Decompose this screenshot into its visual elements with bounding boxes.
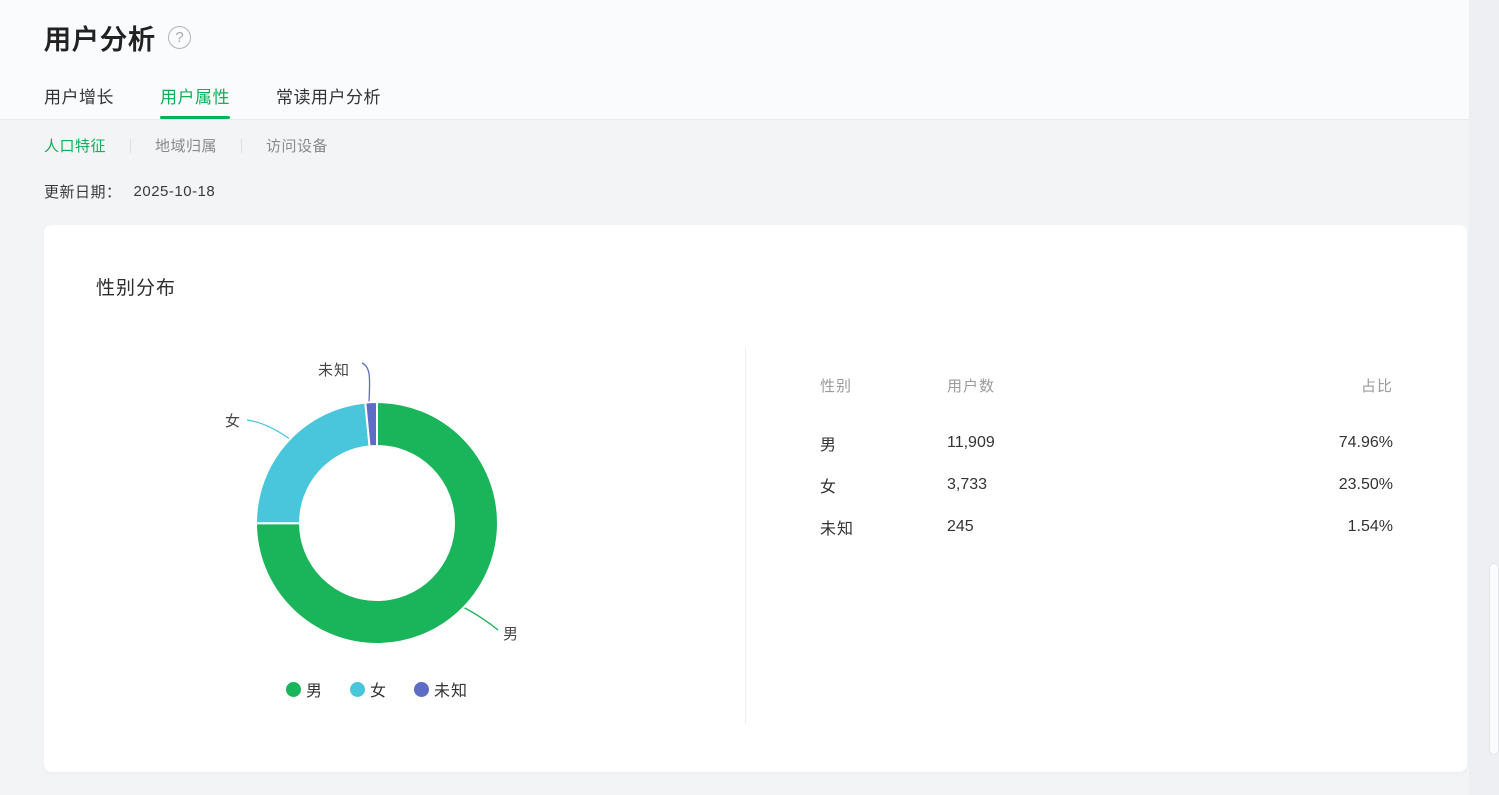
table-row: 女 3,733 23.50%: [820, 464, 1393, 506]
cell-ratio: 74.96%: [1338, 434, 1393, 451]
col-header-gender: 性别: [820, 378, 853, 395]
update-date-value: 2025-10-18: [133, 183, 216, 200]
leader-line-male: [462, 606, 499, 631]
gender-distribution-card: 性别分布 未知 女 男 男 女 未知 性别 用户数 占比 男 11,909 74…: [44, 225, 1467, 772]
page-title: 用户分析: [44, 25, 156, 55]
chart-legend: 男 女 未知: [195, 677, 559, 701]
pie-label-female: 女: [225, 413, 242, 430]
cell-ratio: 1.54%: [1347, 518, 1393, 535]
table-row: 男 11,909 74.96%: [820, 422, 1393, 464]
cell-users: 245: [947, 518, 974, 535]
table-row: 未知 245 1.54%: [820, 506, 1393, 548]
legend-label-male: 男: [305, 683, 323, 700]
cell-users: 11,909: [947, 434, 995, 451]
subtab-divider: [130, 138, 132, 153]
card-title: 性别分布: [96, 278, 177, 299]
user-analysis-page: 用户分析 ? 用户增长 用户属性 常读用户分析 人口特征 地域归属 访问设备 更…: [0, 0, 1499, 772]
subtab-device[interactable]: 访问设备: [266, 135, 328, 156]
scrollbar-track[interactable]: [1469, 0, 1499, 795]
legend-label-female: 女: [369, 683, 387, 700]
legend-label-unknown: 未知: [434, 683, 469, 700]
table-header-row: 性别 用户数 占比: [820, 375, 1393, 396]
sub-tabs: 人口特征 地域归属 访问设备: [44, 135, 1455, 156]
cell-gender: 女: [820, 479, 838, 496]
tab-regular-reader-analysis[interactable]: 常读用户分析: [276, 83, 381, 119]
update-date-row: 更新日期： 2025-10-18: [44, 181, 1455, 202]
cell-ratio: 23.50%: [1338, 476, 1393, 493]
pie-label-unknown: 未知: [318, 362, 351, 379]
cell-gender: 男: [820, 437, 838, 454]
main-tabs: 用户增长 用户属性 常读用户分析: [44, 83, 381, 119]
gender-donut-chart: 未知 女 男 男 女 未知: [195, 347, 755, 757]
leader-line-unknown: [361, 362, 371, 403]
col-header-users: 用户数: [947, 378, 996, 395]
leader-line-female: [246, 419, 292, 441]
page-header: 用户分析 ? 用户增长 用户属性 常读用户分析: [0, 0, 1499, 120]
cell-users: 3,733: [947, 476, 988, 493]
update-date-label: 更新日期：: [44, 184, 122, 201]
col-header-ratio: 占比: [1360, 378, 1393, 395]
legend-dot-unknown: [414, 681, 429, 697]
title-row: 用户分析 ?: [44, 18, 191, 57]
subtab-divider: [241, 138, 243, 153]
pie-label-male: 男: [503, 626, 520, 643]
scrollbar-thumb[interactable]: [1489, 563, 1499, 755]
subtab-region[interactable]: 地域归属: [155, 135, 217, 156]
gender-table: 性别 用户数 占比 男 11,909 74.96% 女 3,733 23.50%…: [746, 347, 1467, 724]
tab-user-growth[interactable]: 用户增长: [44, 83, 114, 119]
donut-svg: [246, 362, 499, 645]
legend-item-male[interactable]: 男: [285, 677, 323, 701]
subtab-demographics[interactable]: 人口特征: [44, 135, 106, 156]
table-body: 男 11,909 74.96% 女 3,733 23.50% 未知 245 1.…: [820, 422, 1393, 548]
legend-item-female[interactable]: 女: [349, 677, 387, 701]
legend-dot-female: [349, 681, 365, 697]
legend-item-unknown[interactable]: 未知: [414, 677, 468, 701]
cell-gender: 未知: [820, 521, 855, 538]
donut-segment-1[interactable]: [254, 401, 371, 525]
help-icon[interactable]: ?: [168, 26, 191, 49]
legend-dot-male: [285, 681, 301, 697]
tab-user-attributes[interactable]: 用户属性: [160, 83, 230, 119]
